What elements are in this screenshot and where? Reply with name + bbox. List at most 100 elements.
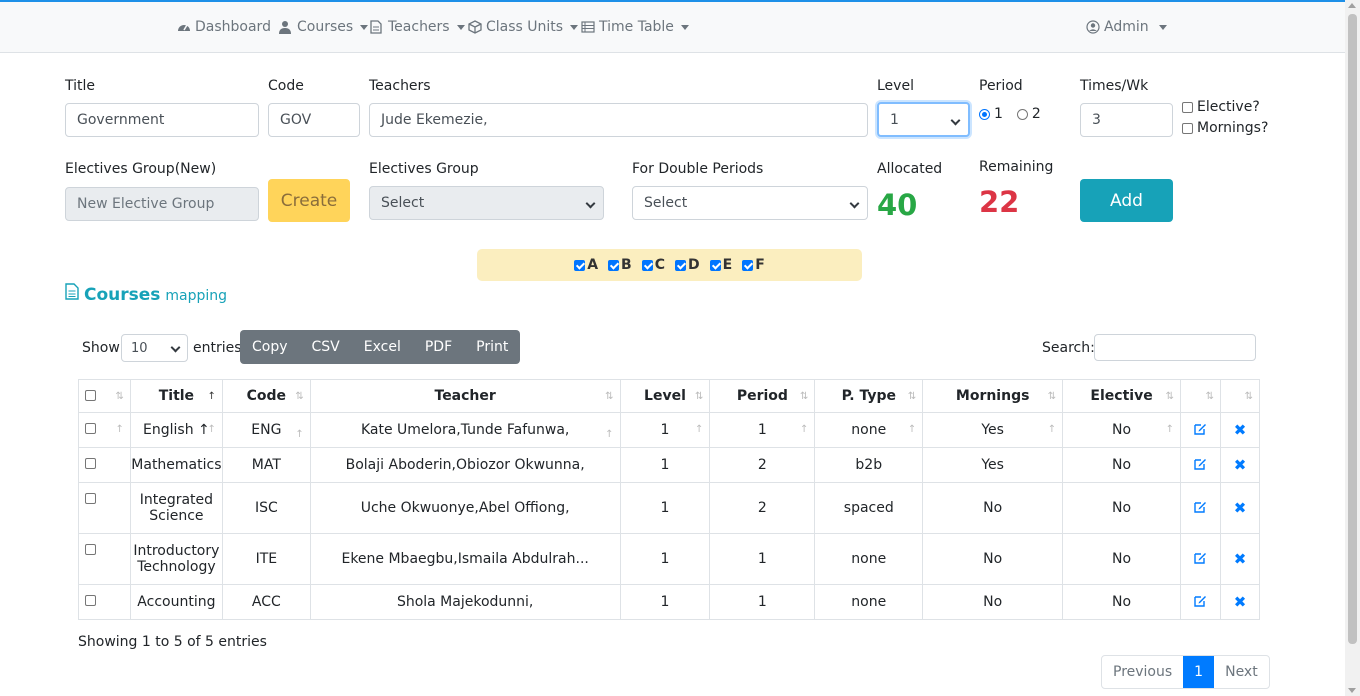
cell-mornings: Yes	[922, 447, 1064, 483]
sort-icon[interactable]: ⇅	[1245, 391, 1253, 402]
row-checkbox[interactable]	[85, 544, 96, 555]
cell-code-text: ISC	[254, 499, 278, 516]
nav-time-table[interactable]: Time Table	[581, 19, 689, 35]
nav-teachers[interactable]: Teachers	[370, 19, 465, 35]
unit-c[interactable]: C	[641, 257, 665, 273]
electives-new-input[interactable]: New Elective Group	[65, 187, 259, 221]
sort-icon[interactable]: ⇅	[605, 391, 613, 402]
create-button[interactable]: Create	[268, 179, 350, 222]
close-icon[interactable]: ✖	[1234, 499, 1247, 517]
unit-e-checkbox[interactable]	[709, 259, 721, 271]
cell-title-text: English ↑	[143, 422, 210, 438]
elective-checkbox[interactable]	[1182, 101, 1193, 113]
header-code[interactable]: Code ⇅	[221, 379, 311, 413]
table-row: Accounting ACC Shola Majekodunni, 1 1 none No N…	[78, 584, 1261, 620]
cell-teacher: Kate Umelora,Tunde Fafunwa, ↑	[309, 412, 621, 448]
allocated-label: Allocated	[877, 161, 943, 177]
close-icon[interactable]: ✖	[1234, 456, 1247, 474]
teachers-input[interactable]: Jude Ekemezie,	[369, 103, 868, 137]
scroll-down-icon[interactable]	[1348, 688, 1356, 693]
times-input[interactable]: 3	[1080, 103, 1173, 137]
close-icon[interactable]: ✖	[1234, 421, 1247, 439]
print-button[interactable]: Print	[464, 330, 520, 364]
header-mornings[interactable]: Mornings ⇅	[922, 379, 1064, 413]
nav-dashboard[interactable]: Dashboard	[177, 19, 271, 35]
header-ptype[interactable]: P. Type ⇅	[814, 379, 924, 413]
header-elective[interactable]: Elective ⇅	[1062, 379, 1182, 413]
sort-icon[interactable]: ⇅	[908, 391, 916, 402]
unit-b[interactable]: B	[608, 257, 632, 273]
row-checkbox[interactable]	[85, 458, 96, 469]
period-radio-2[interactable]	[1016, 108, 1028, 120]
navbar: Dashboard Courses Teachers Class Units T…	[0, 2, 1345, 53]
search-input[interactable]	[1094, 334, 1256, 361]
unit-f-checkbox[interactable]	[742, 259, 754, 271]
header-period[interactable]: Period ⇅	[709, 379, 816, 413]
sort-icon[interactable]: ⇅	[1048, 391, 1056, 402]
cell-teacher: Shola Majekodunni,	[309, 584, 621, 620]
excel-button[interactable]: Excel	[352, 330, 413, 364]
nav-admin[interactable]: Admin	[1086, 19, 1167, 35]
unit-b-checkbox[interactable]	[608, 259, 620, 271]
delete-cell: ✖	[1219, 482, 1261, 534]
copy-button[interactable]: Copy	[240, 330, 300, 364]
sort-icon[interactable]: ⇅	[1206, 391, 1214, 402]
scroll-up-icon[interactable]	[1348, 3, 1356, 8]
row-checkbox[interactable]	[85, 493, 96, 504]
cell-ptype: none ↑	[814, 412, 924, 448]
close-icon[interactable]: ✖	[1234, 550, 1247, 568]
add-button[interactable]: Add	[1080, 179, 1173, 222]
sort-icon[interactable]: ⇅	[1166, 391, 1174, 402]
row-checkbox[interactable]	[85, 595, 96, 606]
period-radio-1[interactable]	[979, 108, 990, 120]
csv-button[interactable]: CSV	[300, 330, 352, 364]
nav-class-units[interactable]: Class Units	[468, 19, 579, 35]
row-checkbox[interactable]	[85, 423, 96, 434]
scrollbar-thumb[interactable]	[1348, 14, 1357, 644]
unit-a[interactable]: A	[574, 257, 598, 273]
edit-icon[interactable]	[1194, 423, 1207, 439]
mornings-checkbox[interactable]	[1182, 122, 1193, 134]
electives-group-select[interactable]: Select	[369, 186, 604, 220]
code-input[interactable]: GOV	[268, 103, 360, 137]
close-icon[interactable]: ✖	[1234, 593, 1247, 611]
previous-button[interactable]: Previous	[1102, 656, 1183, 688]
edit-icon[interactable]	[1194, 552, 1207, 568]
header-teacher[interactable]: Teacher ⇅	[309, 379, 621, 413]
double-periods-select[interactable]: Select	[632, 186, 868, 220]
unit-d-checkbox[interactable]	[675, 259, 686, 271]
title-input[interactable]: Government	[65, 103, 259, 137]
scrollbar[interactable]	[1345, 0, 1360, 696]
edit-icon[interactable]	[1194, 501, 1207, 517]
nav-courses[interactable]: Courses	[279, 19, 369, 35]
unit-f[interactable]: F	[742, 257, 765, 273]
pdf-button[interactable]: PDF	[413, 330, 464, 364]
sort-icon[interactable]: ⇅	[116, 391, 124, 402]
cell-elective-text: No	[1112, 551, 1132, 567]
cell-code: ACC	[221, 584, 311, 620]
unit-a-checkbox[interactable]	[574, 259, 586, 271]
chevron-down-icon	[570, 24, 579, 30]
sort-icon[interactable]: ⇅	[800, 391, 808, 402]
unit-c-checkbox[interactable]	[641, 259, 653, 271]
header-level[interactable]: Level ⇅	[619, 379, 711, 413]
sort-asc-icon[interactable]: ↑	[208, 391, 216, 402]
next-button[interactable]: Next	[1214, 656, 1269, 688]
select-all-checkbox[interactable]	[85, 390, 96, 401]
table-header-row: ⇅ Title ↑ Code ⇅ Teacher ⇅ Level ⇅ Period ⇅ P…	[78, 379, 1261, 413]
unit-d[interactable]: D	[675, 257, 700, 273]
unit-e[interactable]: E	[709, 257, 732, 273]
file-icon	[65, 283, 79, 304]
entries-select[interactable]: 10	[121, 334, 188, 362]
edit-icon[interactable]	[1194, 458, 1207, 474]
edit-icon[interactable]	[1194, 595, 1207, 611]
page-1-button[interactable]: 1	[1183, 656, 1215, 688]
delete-cell: ✖	[1219, 412, 1261, 448]
header-level-label: Level	[644, 388, 686, 404]
header-title[interactable]: Title ↑	[129, 379, 223, 413]
period-label: Period	[979, 78, 1023, 94]
sort-icon[interactable]: ⇅	[695, 391, 703, 402]
sort-icon[interactable]: ⇅	[295, 391, 303, 402]
level-select[interactable]: 1	[877, 102, 970, 137]
cell-mornings-text: No	[983, 500, 1003, 516]
